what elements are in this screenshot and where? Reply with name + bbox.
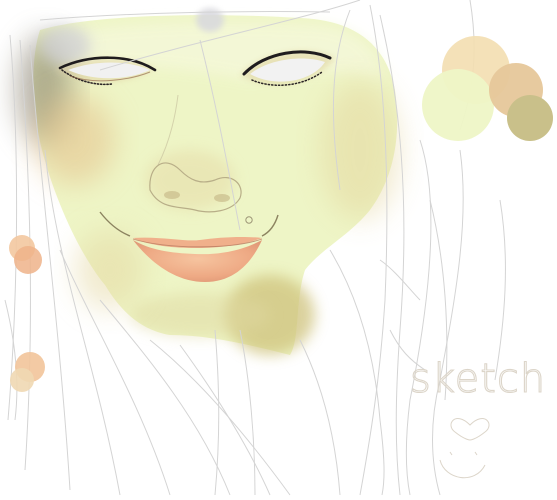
smile-doodle-eyes (449, 451, 478, 456)
signature-text: sketch (410, 356, 546, 402)
swatch (422, 69, 494, 141)
sketch-line (214, 329, 220, 496)
sketch-line (432, 149, 464, 496)
nostril-right (214, 194, 230, 202)
sketch-line (179, 344, 271, 496)
sketch-line (329, 249, 385, 496)
sketch-line (299, 339, 341, 496)
skin-shadow-lower-left (75, 230, 145, 310)
skin-shadow-right-cheek (320, 80, 400, 220)
swatch (10, 368, 34, 392)
smile-doodle (439, 459, 486, 479)
nostril-left (164, 191, 180, 199)
artist-signature: sketch (409, 355, 546, 479)
sketch-line (239, 329, 256, 496)
sketch-line (405, 139, 432, 496)
digital-painting-canvas: sketch (4, 0, 553, 496)
heart-doodle (450, 418, 490, 441)
swatch (507, 95, 553, 141)
sketch-line (494, 199, 506, 381)
swatch (14, 246, 42, 274)
skin-shadow-chin (130, 293, 270, 337)
sketch-line (4, 299, 18, 421)
